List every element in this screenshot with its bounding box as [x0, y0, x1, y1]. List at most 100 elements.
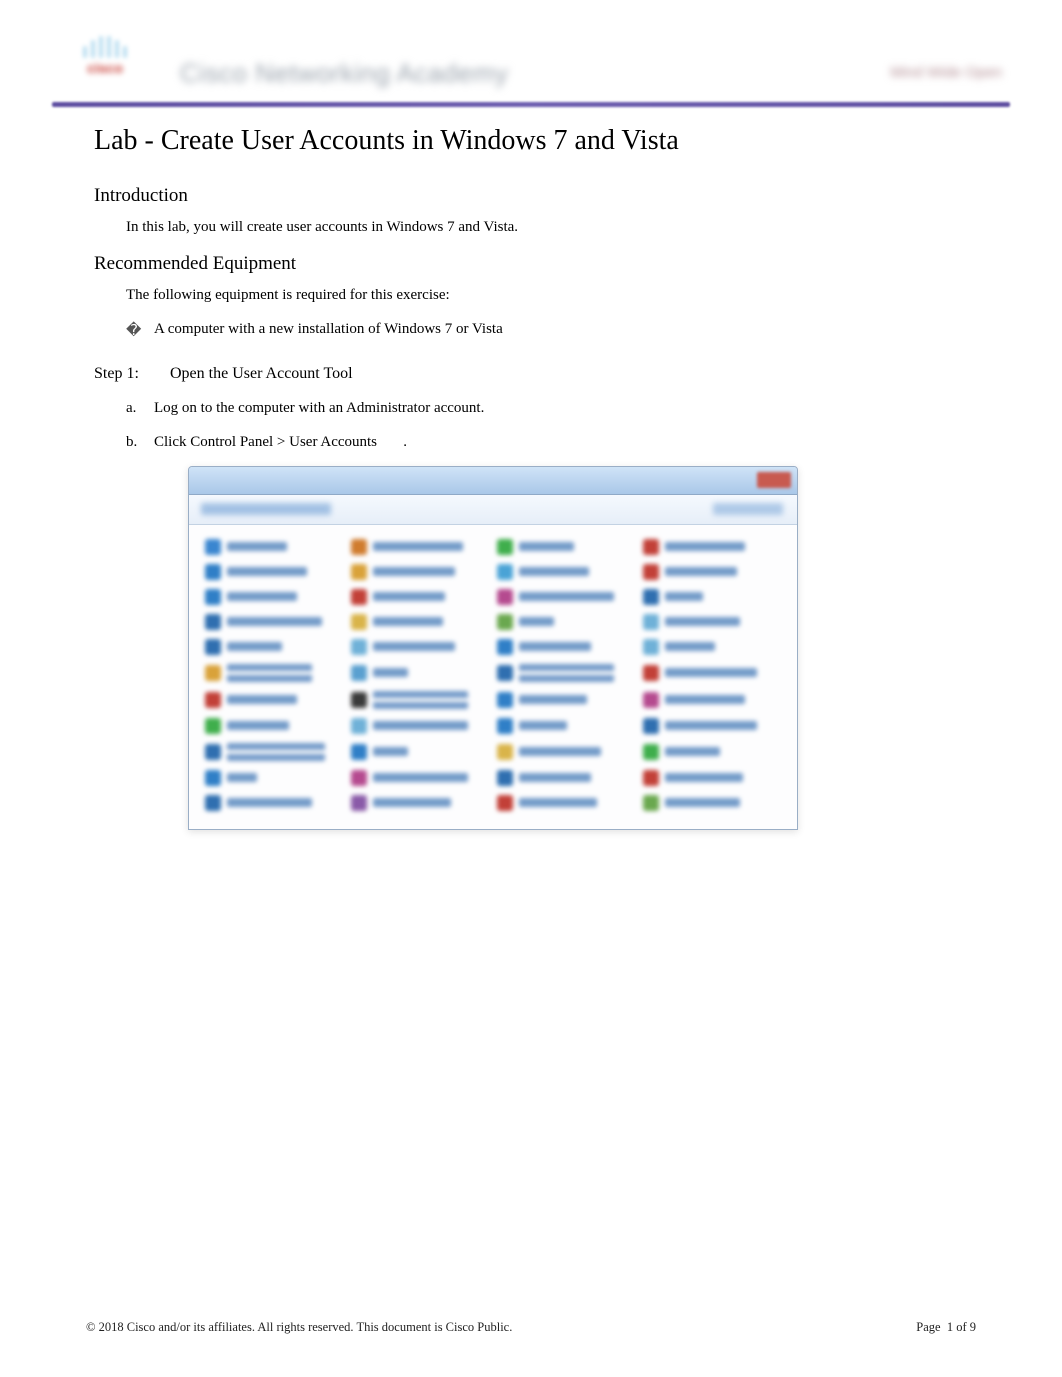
- control-panel-item: [205, 770, 343, 786]
- control-panel-item-label: [373, 798, 451, 807]
- control-panel-item: [497, 770, 635, 786]
- step-1b: b. Click Control Panel > User Accounts .: [126, 431, 1002, 454]
- control-panel-item: [643, 743, 781, 761]
- control-panel-item-label: [665, 617, 740, 626]
- control-panel-item: [643, 614, 781, 630]
- banner-underline: [52, 102, 1010, 107]
- control-panel-item-label: [373, 721, 468, 730]
- page-title: Lab - Create User Accounts in Windows 7 …: [94, 125, 1002, 157]
- control-panel-item-label: [373, 592, 445, 601]
- control-panel-item: [351, 539, 489, 555]
- footer-page-prefix: Page: [916, 1320, 943, 1334]
- control-panel-item-icon: [205, 589, 221, 605]
- control-panel-item: [351, 718, 489, 734]
- control-panel-item-icon: [205, 614, 221, 630]
- control-panel-item: [351, 564, 489, 580]
- control-panel-item: [643, 664, 781, 682]
- equipment-text: The following equipment is required for …: [126, 285, 1002, 307]
- control-panel-item-icon: [643, 718, 659, 734]
- control-panel-item: [497, 718, 635, 734]
- footer-page: Page 1 of 9: [916, 1320, 976, 1335]
- control-panel-item-label: [227, 695, 297, 704]
- equipment-heading: Recommended Equipment: [94, 253, 1002, 275]
- control-panel-item-label: [227, 642, 282, 651]
- control-panel-item-icon: [351, 539, 367, 555]
- control-panel-item-label: [519, 664, 614, 682]
- control-panel-item-label: [373, 617, 443, 626]
- control-panel-item: [205, 589, 343, 605]
- control-panel-item-icon: [643, 795, 659, 811]
- control-panel-item-label: [519, 773, 591, 782]
- control-panel-item-icon: [643, 639, 659, 655]
- control-panel-item-label: [373, 642, 455, 651]
- control-panel-item: [351, 691, 489, 709]
- control-panel-item-icon: [643, 539, 659, 555]
- document-page: cisco Cisco Networking Academy Mind Wide…: [0, 0, 1062, 1377]
- control-panel-item-icon: [643, 589, 659, 605]
- bullet-icon: �: [126, 321, 154, 339]
- list-marker-b: b.: [126, 431, 154, 454]
- control-panel-item-label: [519, 642, 591, 651]
- control-panel-item: [643, 691, 781, 709]
- equipment-bullet-text: A computer with a new installation of Wi…: [154, 321, 503, 338]
- control-panel-item-label: [227, 542, 287, 551]
- search-placeholder: [713, 503, 783, 515]
- control-panel-item-icon: [205, 692, 221, 708]
- control-panel-screenshot: [188, 466, 798, 830]
- control-panel-item-icon: [205, 718, 221, 734]
- control-panel-item-label: [519, 567, 589, 576]
- control-panel-item-icon: [497, 795, 513, 811]
- control-panel-item-icon: [497, 665, 513, 681]
- control-panel-item-icon: [351, 770, 367, 786]
- control-panel-item: [205, 539, 343, 555]
- control-panel-item-label: [227, 743, 325, 761]
- control-panel-item-label: [373, 567, 455, 576]
- step-1a: a. Log on to the computer with an Admini…: [126, 397, 1002, 420]
- control-panel-item-label: [665, 642, 715, 651]
- control-panel-item: [497, 664, 635, 682]
- step-1b-suffix: .: [403, 434, 407, 450]
- brand-banner: cisco Cisco Networking Academy Mind Wide…: [60, 40, 1002, 98]
- control-panel-item-icon: [351, 665, 367, 681]
- control-panel-item-label: [519, 721, 567, 730]
- window-titlebar: [189, 467, 797, 495]
- page-footer: © 2018 Cisco and/or its affiliates. All …: [86, 1320, 976, 1335]
- control-panel-item: [205, 614, 343, 630]
- control-panel-item-icon: [497, 564, 513, 580]
- step-1-title: Open the User Account Tool: [170, 365, 353, 382]
- control-panel-item-icon: [497, 770, 513, 786]
- control-panel-item-label: [665, 695, 745, 704]
- control-panel-item-label: [227, 567, 307, 576]
- cisco-logo-text: cisco: [60, 60, 150, 76]
- control-panel-item-icon: [205, 795, 221, 811]
- control-panel-item-label: [519, 592, 614, 601]
- control-panel-item-label: [373, 691, 468, 709]
- control-panel-grid: [205, 539, 781, 811]
- control-panel-item-label: [665, 592, 703, 601]
- control-panel-item: [497, 614, 635, 630]
- footer-page-of: of: [953, 1320, 970, 1334]
- introduction-text: In this lab, you will create user accoun…: [126, 217, 1002, 239]
- control-panel-item-label: [665, 721, 757, 730]
- control-panel-item: [497, 743, 635, 761]
- control-panel-item-icon: [205, 564, 221, 580]
- control-panel-item-label: [373, 668, 408, 677]
- equipment-bullet: � A computer with a new installation of …: [126, 321, 1002, 339]
- control-panel-item-icon: [497, 614, 513, 630]
- control-panel-item-icon: [643, 614, 659, 630]
- control-panel-item: [497, 589, 635, 605]
- control-panel-item: [351, 664, 489, 682]
- window-toolbar: [189, 495, 797, 525]
- step-1b-text: Click Control Panel > User Accounts .: [154, 431, 407, 454]
- control-panel-item-label: [227, 721, 289, 730]
- control-panel-item-label: [519, 617, 554, 626]
- control-panel-item: [351, 589, 489, 605]
- control-panel-item: [351, 795, 489, 811]
- control-panel-item-icon: [205, 744, 221, 760]
- control-panel-item-icon: [205, 539, 221, 555]
- banner-slogan: Mind Wide Open: [890, 64, 1002, 81]
- introduction-heading: Introduction: [94, 185, 1002, 207]
- control-panel-item-icon: [497, 692, 513, 708]
- step-1-label: Step 1:: [94, 365, 166, 383]
- cisco-logo: cisco: [60, 36, 150, 76]
